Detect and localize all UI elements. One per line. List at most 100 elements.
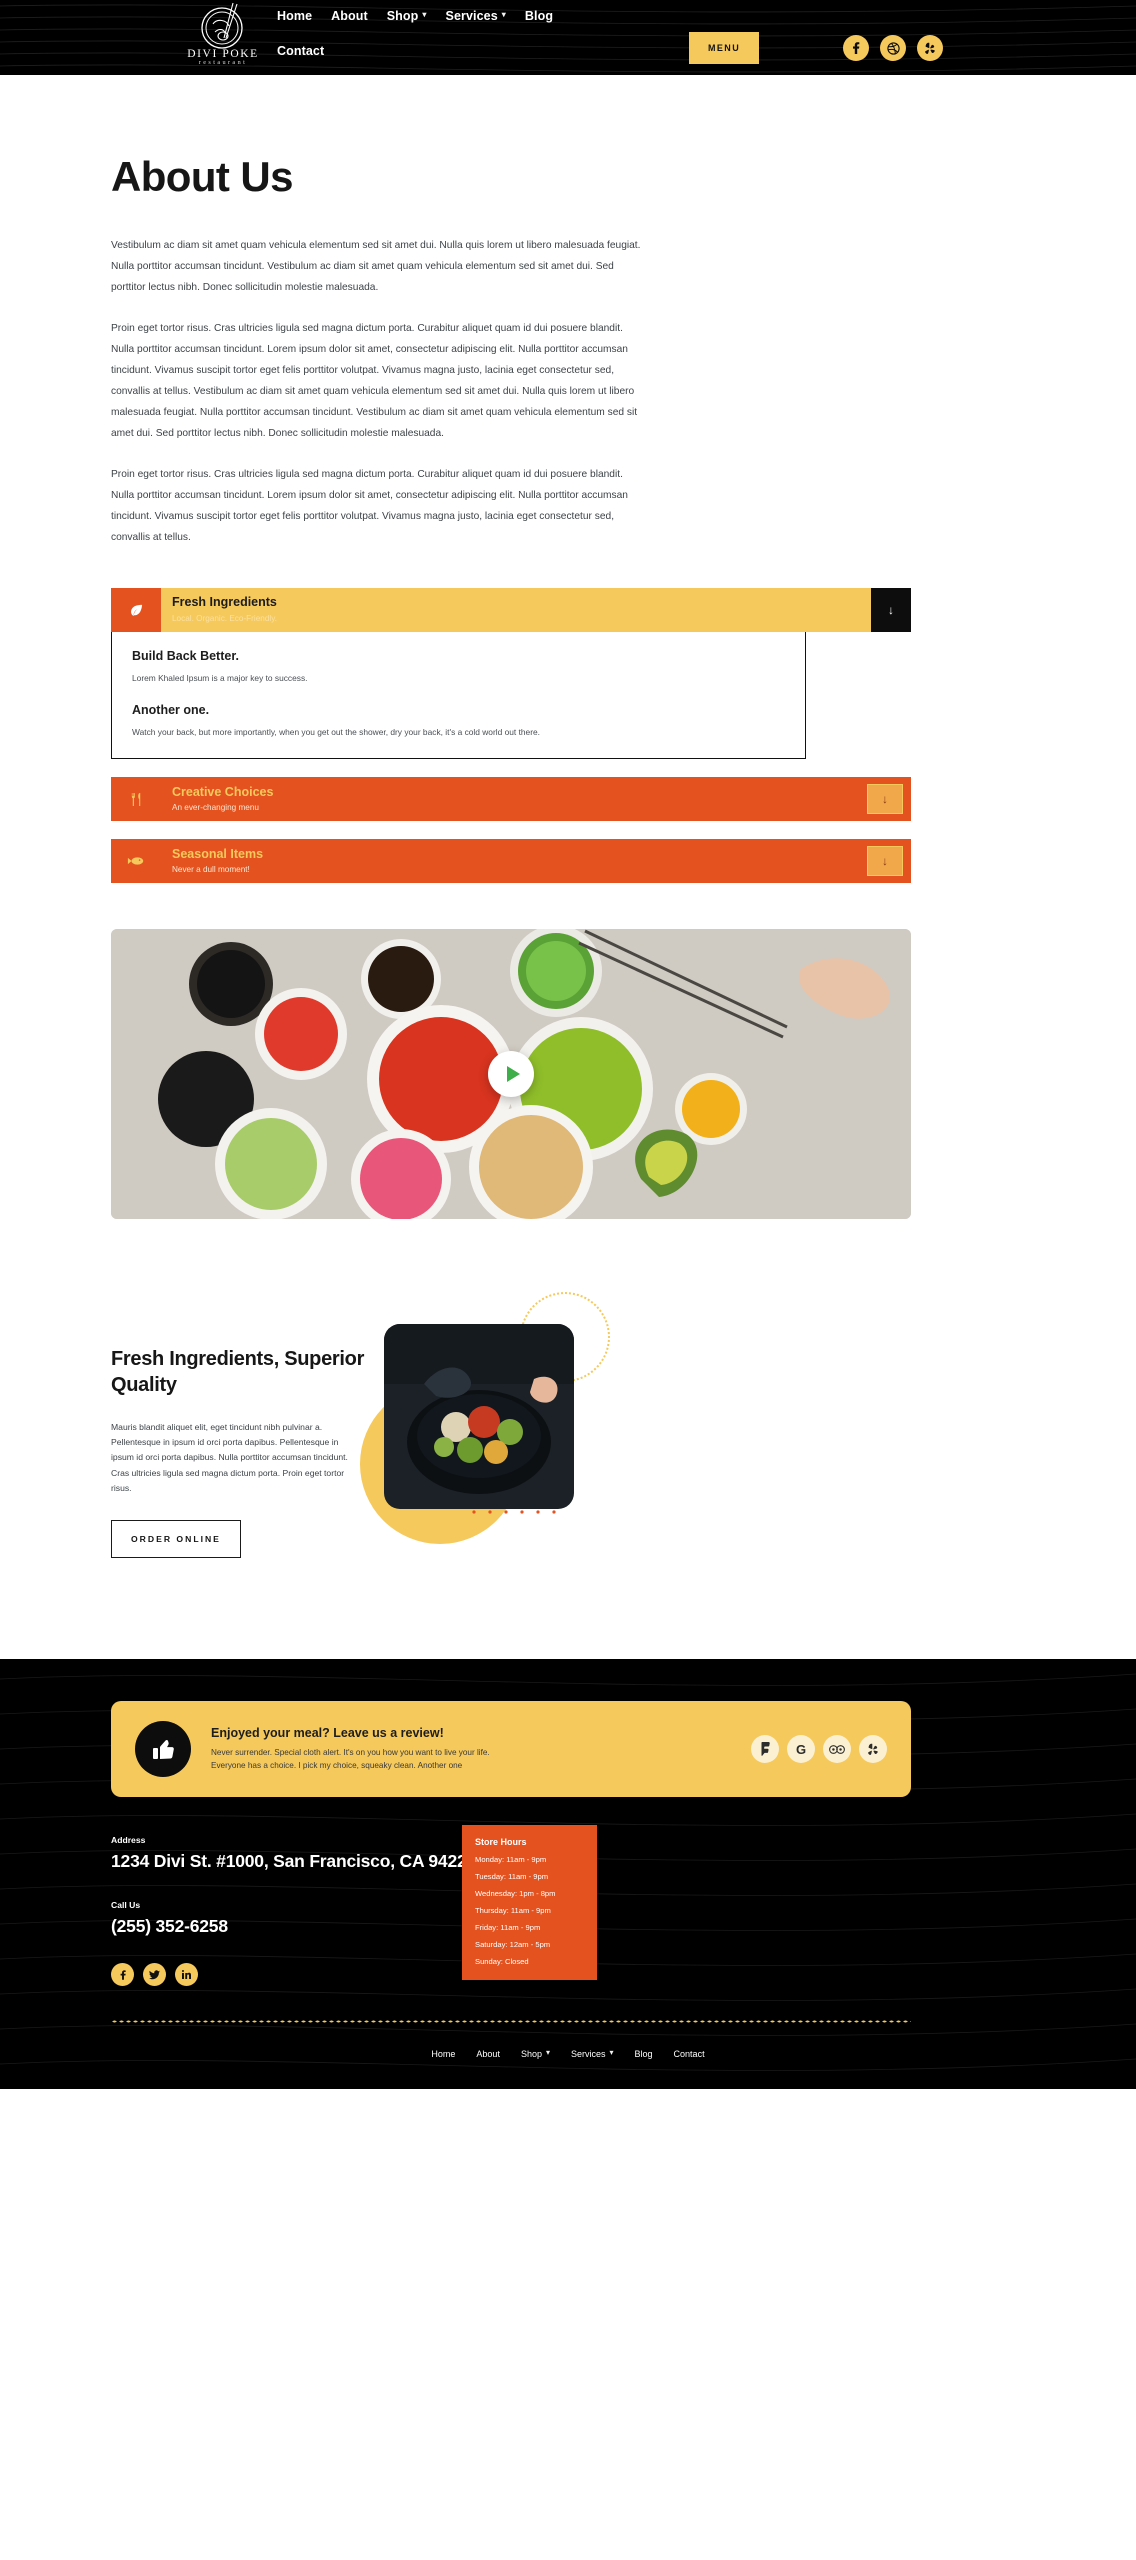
accordion-item-fresh-ingredients: Fresh Ingredients Local. Organic. Eco-Fr… (111, 588, 911, 760)
play-icon (506, 1066, 520, 1083)
chevron-down-icon: ▾ (545, 2048, 550, 2058)
accordion-header-text: Creative Choices An ever-changing menu (161, 777, 867, 821)
footer-navigation: Home About Shop ▾ Services ▾ Blog Contac (0, 2048, 1136, 2060)
twitter-icon[interactable] (143, 1963, 166, 1987)
review-banner: Enjoyed your meal? Leave us a review! Ne… (111, 1701, 911, 1798)
accordion-item-creative-choices: Creative Choices An ever-changing menu ↓ (111, 777, 911, 822)
chevron-down-icon: ▾ (609, 2048, 614, 2058)
primary-navigation: Home About Shop ▾ Services ▾ Blog (277, 9, 553, 23)
foursquare-icon[interactable] (751, 1735, 779, 1764)
feature-heading: Fresh Ingredients, Superior Quality (111, 1348, 365, 1396)
footer-nav-about[interactable]: About (476, 2049, 500, 2059)
nav-label: Shop (386, 9, 419, 23)
chef-poke-bowl-photo (384, 1324, 574, 1510)
site-logo[interactable]: DIVI POKE restaurant (178, 2, 268, 67)
accordion-title: Seasonal Items (172, 846, 264, 861)
facebook-glyph (853, 42, 860, 54)
yelp-icon[interactable] (917, 35, 943, 61)
fork-knife-glyph (131, 792, 140, 806)
fish-glyph (127, 857, 144, 865)
store-hours-box: Store Hours Monday: 11am - 9pm Tuesday: … (462, 1825, 597, 1980)
feature-image-column (360, 1292, 625, 1584)
store-hours-row: Sunday: Closed (475, 1957, 529, 1967)
facebook-icon[interactable] (111, 1963, 134, 1987)
thumbs-up-glyph (153, 1740, 174, 1760)
store-hours-title: Store Hours (475, 1837, 527, 1848)
accordion-toggle-icon[interactable]: ↓ (867, 846, 903, 877)
accordion-header[interactable]: Fresh Ingredients Local. Organic. Eco-Fr… (111, 588, 911, 632)
accordion-body-heading: Another one. (132, 702, 210, 717)
review-social-links: G (751, 1735, 887, 1764)
accordion-header-text: Seasonal Items Never a dull moment! (161, 839, 867, 883)
footer-nav-shop[interactable]: Shop ▾ (520, 2048, 550, 2060)
footer-nav-contact[interactable]: Contact (674, 2049, 705, 2059)
google-icon[interactable]: G (787, 1735, 815, 1764)
nav-label: About (331, 9, 368, 23)
site-footer: Enjoyed your meal? Leave us a review! Ne… (0, 1659, 1136, 2090)
linkedin-icon[interactable] (175, 1963, 198, 1987)
store-hours-row: Friday: 11am - 9pm (475, 1923, 541, 1933)
tripadvisor-glyph (829, 1744, 845, 1754)
linkedin-glyph (182, 1970, 191, 1980)
feature-paragraph: Mauris blandit aliquet elit, eget tincid… (111, 1422, 348, 1493)
video-player[interactable] (111, 929, 911, 1220)
play-button[interactable] (488, 1051, 534, 1098)
accordion-header[interactable]: Seasonal Items Never a dull moment! ↓ (111, 839, 911, 884)
accordion-body: Build Back Better. Lorem Khaled Ipsum is… (111, 632, 806, 760)
secondary-navigation: Contact (277, 44, 324, 58)
nav-item-contact[interactable]: Contact (277, 44, 324, 58)
nav-item-services[interactable]: Services ▾ (446, 9, 506, 23)
accordion-body-text: Lorem Khaled Ipsum is a major key to suc… (132, 673, 308, 683)
about-copy: Vestibulum ac diam sit amet quam vehicul… (111, 235, 646, 548)
order-online-button[interactable]: ORDER ONLINE (111, 1519, 241, 1558)
foursquare-glyph (761, 1742, 770, 1757)
dribbble-icon[interactable] (880, 35, 906, 61)
yelp-glyph (925, 42, 935, 54)
accordion: Fresh Ingredients Local. Organic. Eco-Fr… (111, 588, 911, 884)
about-paragraph: Proin eget tortor risus. Cras ultricies … (111, 323, 638, 439)
menu-button[interactable]: MENU (689, 32, 760, 64)
footer-nav-home[interactable]: Home (431, 2049, 455, 2059)
footer-nav-label: About (476, 2049, 500, 2060)
store-hours-row: Saturday: 12am - 5pm (475, 1940, 551, 1950)
leaf-icon (111, 588, 161, 632)
about-paragraph: Vestibulum ac diam sit amet quam vehicul… (111, 240, 641, 293)
accordion-subtitle: Local. Organic. Eco-Friendly. (172, 614, 277, 624)
store-hours-row: Tuesday: 11am - 9pm (475, 1872, 549, 1882)
footer-nav-services[interactable]: Services ▾ (571, 2048, 614, 2060)
nav-item-about[interactable]: About (331, 9, 368, 23)
store-hours-row: Wednesday: 1pm - 8pm (475, 1889, 556, 1899)
footer-nav-label: Home (431, 2049, 456, 2060)
accordion-header-text: Fresh Ingredients Local. Organic. Eco-Fr… (161, 588, 871, 632)
accordion-toggle-icon[interactable]: ↓ (871, 588, 911, 632)
page-title: About Us (111, 153, 293, 200)
footer-nav-label: Shop (520, 2049, 542, 2060)
nav-item-home[interactable]: Home (277, 9, 312, 23)
accordion-title: Fresh Ingredients (172, 595, 277, 610)
nav-label: Contact (277, 44, 325, 58)
footer-columns: Address 1234 Divi St. #1000, San Francis… (0, 1825, 1136, 1987)
accordion-subtitle: An ever-changing menu (172, 803, 259, 813)
accordion-body-text: Watch your back, but more importantly, w… (132, 726, 540, 737)
footer-nav-blog[interactable]: Blog (635, 2049, 653, 2059)
review-line-1: Never surrender. Special cloth alert. It… (211, 1748, 490, 1758)
accordion-header[interactable]: Creative Choices An ever-changing menu ↓ (111, 777, 911, 822)
yelp-icon[interactable] (859, 1735, 887, 1764)
nav-label: Services (445, 9, 498, 23)
accordion-toggle-icon[interactable]: ↓ (867, 784, 903, 815)
header-social-links (843, 35, 943, 61)
tripadvisor-icon[interactable] (823, 1735, 851, 1764)
facebook-icon[interactable] (843, 35, 869, 61)
about-paragraph: Proin eget tortor risus. Cras ultricies … (111, 469, 628, 543)
dribbble-glyph (886, 41, 900, 55)
nav-item-blog[interactable]: Blog (525, 9, 553, 23)
review-heading: Enjoyed your meal? Leave us a review! (211, 1726, 444, 1741)
twitter-glyph (149, 1970, 160, 1979)
fork-knife-icon (111, 777, 161, 822)
poke-bowl-chopsticks-logo-icon (201, 2, 243, 49)
fish-icon (111, 839, 161, 884)
nav-item-shop[interactable]: Shop ▾ (387, 9, 427, 23)
logo-subtitle: restaurant (198, 59, 248, 67)
leaf-glyph (130, 604, 142, 616)
accordion-title: Creative Choices (172, 784, 274, 799)
